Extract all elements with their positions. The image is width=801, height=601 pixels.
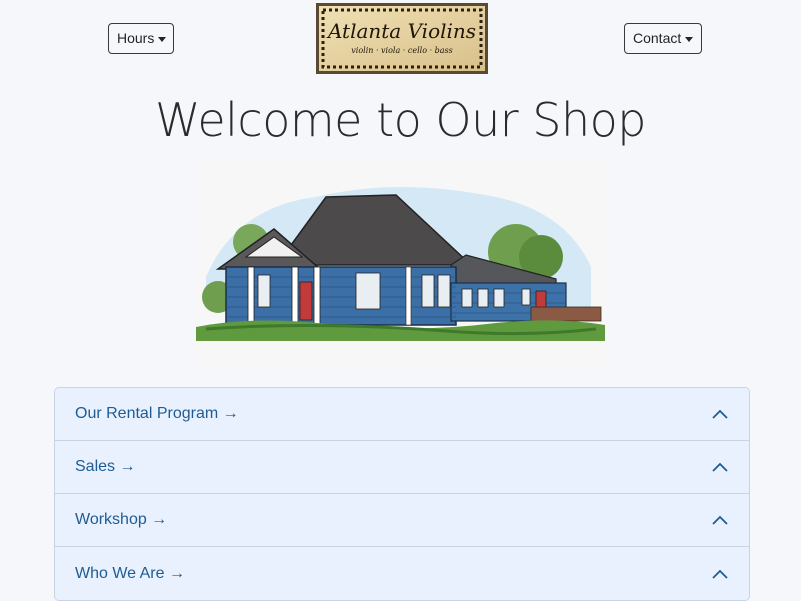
contact-label: Contact	[633, 30, 682, 46]
contact-dropdown-button[interactable]: Contact	[624, 23, 702, 54]
logo-subtitle: violin · viola · cello · bass	[351, 46, 453, 55]
chevron-up-icon	[712, 462, 728, 472]
accordion: Our Rental Program → Sales → Workshop → …	[54, 387, 750, 601]
logo-title: Atlanta Violins	[326, 19, 476, 43]
shop-house-illustration	[196, 157, 605, 365]
accordion-item-workshop[interactable]: Workshop →	[55, 494, 749, 547]
page: Hours Atlanta Violins violin · viola · c…	[0, 0, 801, 601]
accordion-label: Who We Are →	[75, 564, 185, 582]
chevron-up-icon	[712, 515, 728, 525]
caret-down-icon	[158, 36, 167, 42]
chevron-up-icon	[712, 569, 728, 579]
accordion-item-sales[interactable]: Sales →	[55, 441, 749, 494]
hours-label: Hours	[117, 30, 155, 46]
accordion-item-who-we-are[interactable]: Who We Are →	[55, 547, 749, 600]
page-title: Welcome to Our Shop	[155, 93, 646, 147]
accordion-label: Our Rental Program →	[75, 405, 239, 422]
hours-dropdown-button[interactable]: Hours	[108, 23, 174, 54]
logo[interactable]: Atlanta Violins violin · viola · cello ·…	[316, 3, 488, 74]
accordion-label: Workshop →	[75, 511, 168, 528]
accordion-item-rental[interactable]: Our Rental Program →	[55, 388, 749, 441]
accordion-label: Sales →	[75, 458, 136, 475]
chevron-up-icon	[712, 409, 728, 419]
caret-down-icon	[685, 36, 694, 42]
